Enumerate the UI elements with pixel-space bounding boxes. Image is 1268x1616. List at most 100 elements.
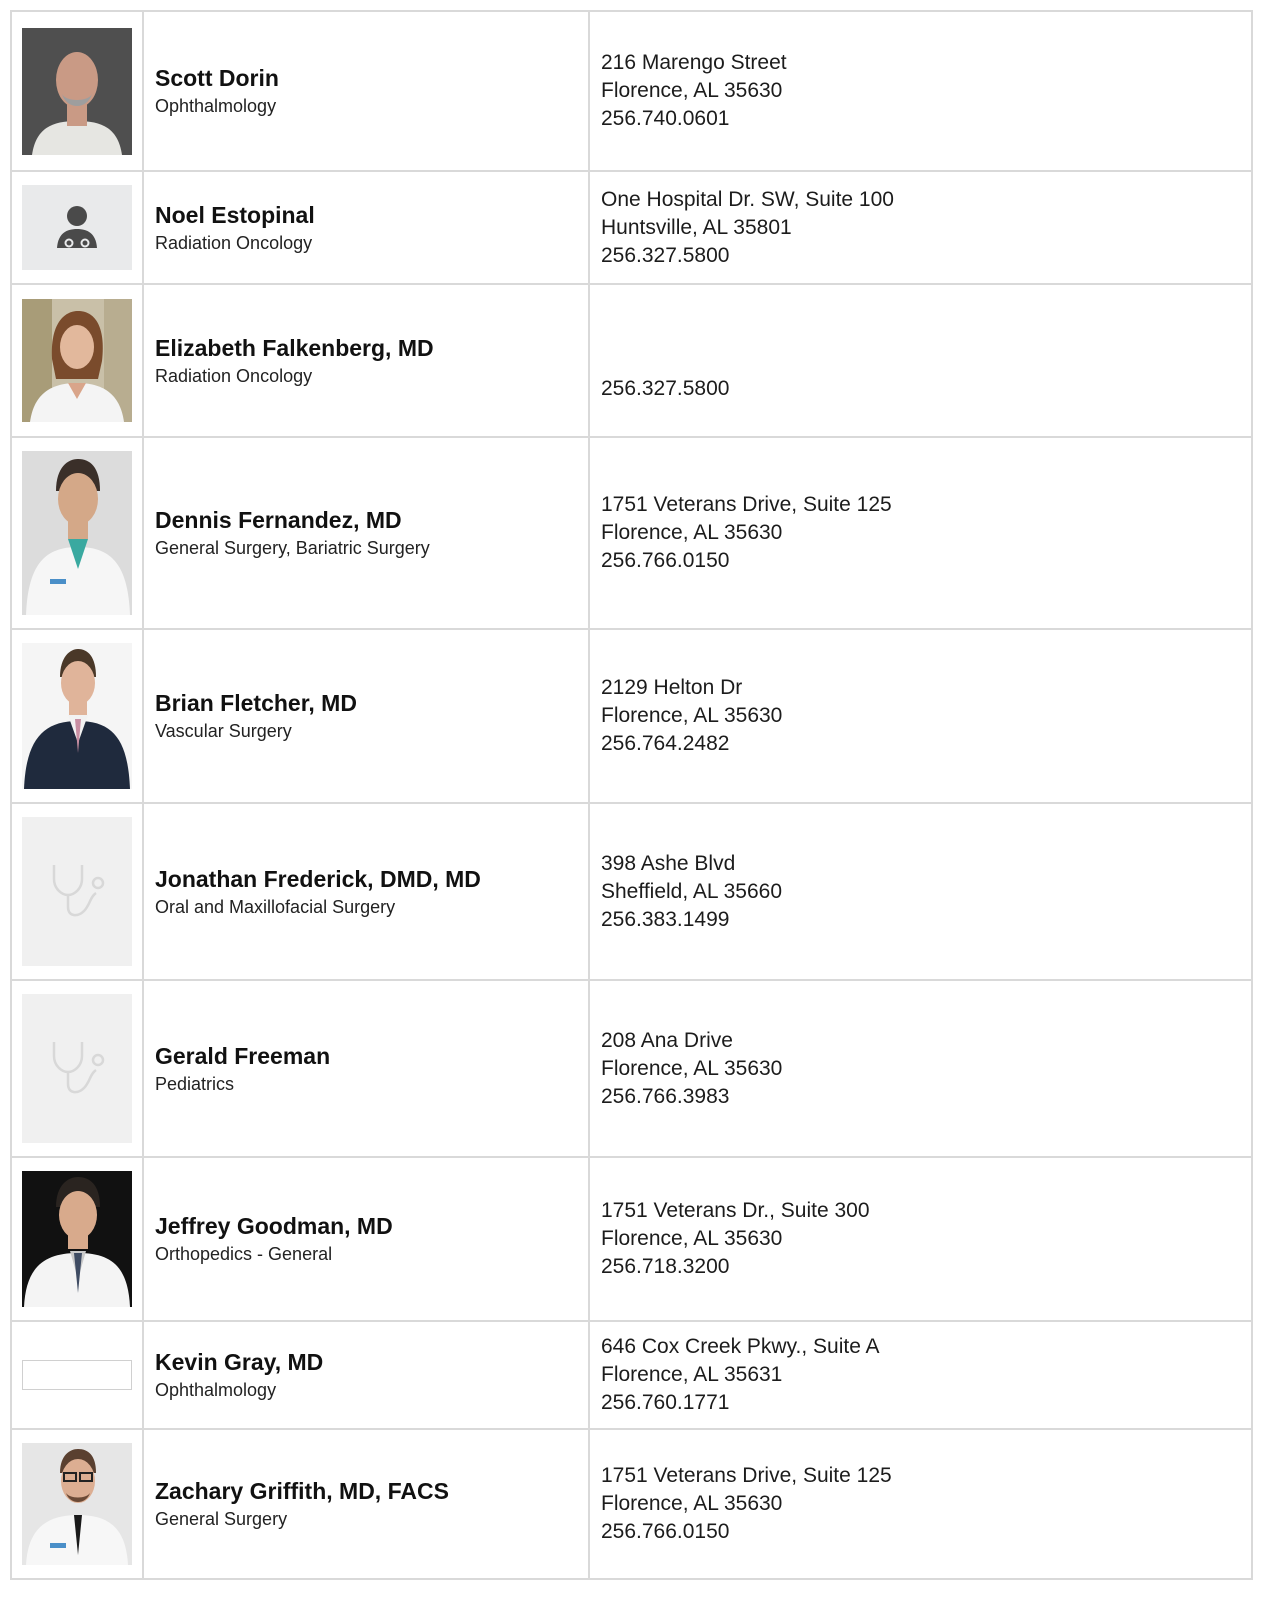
photo-cell <box>10 1156 144 1322</box>
address-line-1: 1751 Veterans Drive, Suite 125 <box>601 1464 892 1487</box>
name-cell: Zachary Griffith, MD, FACS General Surge… <box>142 1428 590 1580</box>
provider-specialty: Radiation Oncology <box>155 365 313 386</box>
provider-name[interactable]: Jonathan Frederick, DMD, MD <box>155 864 588 894</box>
photo-cell <box>10 1320 144 1430</box>
contact-cell: One Hospital Dr. SW, Suite 100 Huntsvill… <box>588 170 1253 285</box>
provider-specialty: Oral and Maxillofacial Surgery <box>155 896 396 917</box>
photo-cell <box>10 436 144 630</box>
table-row: Zachary Griffith, MD, FACS General Surge… <box>10 1428 1253 1580</box>
phone-number[interactable]: 256.327.5800 <box>601 375 1251 403</box>
headshot-woman-white-coat <box>22 299 132 422</box>
contact-cell: 1751 Veterans Drive, Suite 125 Florence,… <box>588 436 1253 630</box>
provider-specialty: General Surgery <box>155 1509 288 1529</box>
provider-name[interactable]: Zachary Griffith, MD, FACS <box>155 1476 588 1506</box>
contact-cell: 398 Ashe Blvd Sheffield, AL 35660 256.38… <box>588 802 1253 981</box>
name-cell: Noel Estopinal Radiation Oncology <box>142 170 590 285</box>
address-line-1 <box>601 319 1251 347</box>
photo-cell <box>10 283 144 438</box>
provider-photo[interactable] <box>22 994 132 1143</box>
photo-cell <box>10 170 144 285</box>
photo-cell <box>10 10 144 172</box>
name-cell: Gerald Freeman Pediatrics <box>142 979 590 1158</box>
name-cell: Scott Dorin Ophthalmology <box>142 10 590 172</box>
provider-photo[interactable] <box>22 1360 132 1390</box>
provider-photo[interactable] <box>22 1443 132 1565</box>
photo-cell <box>10 628 144 804</box>
contact-cell: 256.327.5800 <box>588 283 1253 438</box>
headshot-man-white-coat <box>22 451 132 615</box>
provider-name[interactable]: Jeffrey Goodman, MD <box>155 1211 588 1241</box>
provider-specialty: Ophthalmology <box>155 96 277 116</box>
doctor-placeholder-icon <box>22 185 132 270</box>
provider-photo[interactable] <box>22 817 132 966</box>
address-line-1: 1751 Veterans Dr., Suite 300 <box>601 1199 870 1222</box>
table-row: Dennis Fernandez, MD General Surgery, Ba… <box>10 436 1253 630</box>
name-cell: Dennis Fernandez, MD General Surgery, Ba… <box>142 436 590 630</box>
address-line-2: Sheffield, AL 35660 <box>601 879 782 903</box>
name-cell: Kevin Gray, MD Ophthalmology <box>142 1320 590 1430</box>
contact-cell: 646 Cox Creek Pkwy., Suite A Florence, A… <box>588 1320 1253 1430</box>
phone-number[interactable]: 256.766.0150 <box>601 1518 1251 1546</box>
name-cell: Elizabeth Falkenberg, MD Radiation Oncol… <box>142 283 590 438</box>
provider-name[interactable]: Scott Dorin <box>155 63 588 93</box>
phone-number[interactable]: 256.740.0601 <box>601 105 1251 133</box>
provider-photo[interactable] <box>22 185 132 270</box>
photo-cell <box>10 979 144 1158</box>
table-row: Kevin Gray, MD Ophthalmology 646 Cox Cre… <box>10 1320 1253 1430</box>
contact-cell: 208 Ana Drive Florence, AL 35630 256.766… <box>588 979 1253 1158</box>
provider-photo[interactable] <box>22 643 132 789</box>
photo-cell <box>10 1428 144 1580</box>
provider-specialty: Vascular Surgery <box>155 721 292 741</box>
address-line-1: 646 Cox Creek Pkwy., Suite A <box>601 1335 880 1358</box>
stethoscope-placeholder-icon <box>22 994 132 1143</box>
table-row: Elizabeth Falkenberg, MD Radiation Oncol… <box>10 283 1253 438</box>
provider-photo[interactable] <box>22 27 132 155</box>
address-line-1: 2129 Helton Dr <box>601 676 743 699</box>
provider-name[interactable]: Brian Fletcher, MD <box>155 688 588 718</box>
phone-number[interactable]: 256.764.2482 <box>601 730 1251 758</box>
phone-number[interactable]: 256.327.5800 <box>601 242 1251 270</box>
address-line-2: Florence, AL 35631 <box>601 1363 783 1386</box>
provider-specialty: Radiation Oncology <box>155 232 313 253</box>
contact-cell: 2129 Helton Dr Florence, AL 35630 256.76… <box>588 628 1253 804</box>
blank-photo <box>23 1361 131 1389</box>
provider-name[interactable]: Noel Estopinal <box>155 200 588 230</box>
name-cell: Jeffrey Goodman, MD Orthopedics - Genera… <box>142 1156 590 1322</box>
headshot-man-suit <box>22 643 132 789</box>
provider-directory-table: Scott Dorin Ophthalmology 216 Marengo St… <box>10 10 1253 1580</box>
provider-name[interactable]: Dennis Fernandez, MD <box>155 505 588 535</box>
provider-name[interactable]: Elizabeth Falkenberg, MD <box>155 333 588 363</box>
provider-specialty: Pediatrics <box>155 1073 235 1094</box>
provider-name[interactable]: Gerald Freeman <box>155 1041 588 1071</box>
phone-number[interactable]: 256.383.1499 <box>601 906 1251 934</box>
table-row: Jeffrey Goodman, MD Orthopedics - Genera… <box>10 1156 1253 1322</box>
address-line-1: 398 Ashe Blvd <box>601 851 736 875</box>
phone-number[interactable]: 256.766.3983 <box>601 1083 1251 1111</box>
table-row: Brian Fletcher, MD Vascular Surgery 2129… <box>10 628 1253 804</box>
headshot-man-white-coat-dark-bg <box>22 1171 132 1307</box>
address-line-2: Florence, AL 35630 <box>601 79 783 102</box>
table-row: Scott Dorin Ophthalmology 216 Marengo St… <box>10 10 1253 172</box>
provider-name[interactable]: Kevin Gray, MD <box>155 1347 588 1377</box>
contact-cell: 216 Marengo Street Florence, AL 35630 25… <box>588 10 1253 172</box>
address-line-1: 208 Ana Drive <box>601 1028 733 1052</box>
phone-number[interactable]: 256.718.3200 <box>601 1253 1251 1281</box>
table-row: Jonathan Frederick, DMD, MD Oral and Max… <box>10 802 1253 981</box>
provider-photo[interactable] <box>22 299 132 422</box>
headshot-man-glasses-white-coat <box>22 1443 132 1565</box>
address-line-2 <box>601 347 1251 375</box>
provider-specialty: Orthopedics - General <box>155 1244 333 1264</box>
phone-number[interactable]: 256.766.0150 <box>601 547 1251 575</box>
phone-number[interactable]: 256.760.1771 <box>601 1389 1251 1417</box>
address-line-1: 216 Marengo Street <box>601 51 787 74</box>
address-line-2: Florence, AL 35630 <box>601 1227 783 1250</box>
address-line-2: Florence, AL 35630 <box>601 1492 783 1515</box>
provider-photo[interactable] <box>22 451 132 615</box>
address-line-1: 1751 Veterans Drive, Suite 125 <box>601 493 892 516</box>
name-cell: Brian Fletcher, MD Vascular Surgery <box>142 628 590 804</box>
provider-photo[interactable] <box>22 1171 132 1307</box>
stethoscope-placeholder-icon <box>22 817 132 966</box>
address-line-2: Florence, AL 35630 <box>601 704 783 727</box>
address-line-2: Florence, AL 35630 <box>601 521 783 544</box>
name-cell: Jonathan Frederick, DMD, MD Oral and Max… <box>142 802 590 981</box>
